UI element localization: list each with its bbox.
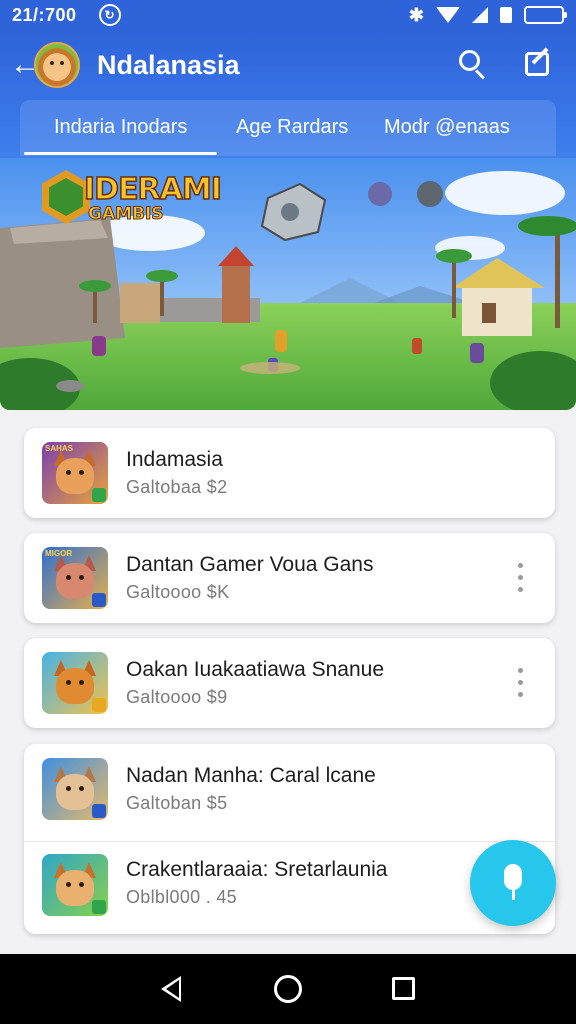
game-logo: IDERAMI GAMBIS bbox=[40, 168, 223, 230]
voice-search-button[interactable] bbox=[470, 840, 556, 926]
game-title: Crakentlaraaia: Sretarlaunia bbox=[126, 858, 388, 881]
status-bar: 21/:700 ↻ ✱ bbox=[0, 0, 576, 30]
microphone-icon bbox=[504, 864, 522, 890]
platform-badge-icon bbox=[92, 488, 106, 502]
game-subtitle: Galtoban $5 bbox=[126, 793, 228, 813]
game-title: Dantan Gamer Voua Gans bbox=[126, 553, 374, 576]
game-subtitle: Galtoooo $9 bbox=[126, 687, 228, 707]
list-item[interactable]: SAHAS Indamasia Galtobaa $2 bbox=[24, 428, 555, 520]
battery-icon bbox=[524, 6, 567, 24]
nav-back-icon[interactable] bbox=[161, 976, 181, 1002]
sim-icon bbox=[500, 7, 512, 23]
platform-badge-icon bbox=[92, 698, 106, 712]
game-thumbnail bbox=[42, 652, 108, 714]
logo-subtitle: GAMBIS bbox=[88, 204, 165, 225]
list-card: Nadan Manha: Caral lcane Galtoban $5 Cra… bbox=[24, 744, 555, 934]
platform-badge-icon bbox=[92, 900, 106, 914]
logo-emblem-icon bbox=[42, 170, 90, 224]
platform-badge-icon bbox=[92, 804, 106, 818]
game-thumbnail bbox=[42, 854, 108, 916]
tab-modr-enaas[interactable]: Modr @enaas bbox=[384, 116, 510, 139]
game-thumbnail: MIGOR bbox=[42, 547, 108, 609]
game-thumbnail bbox=[42, 758, 108, 820]
nav-home-icon[interactable] bbox=[274, 975, 302, 1003]
toolbar: ← Ndalanasia bbox=[0, 42, 576, 88]
page-title: Ndalanasia bbox=[97, 50, 240, 80]
game-title: Nadan Manha: Caral lcane bbox=[126, 764, 376, 787]
logo-title: IDERAMI bbox=[83, 171, 222, 208]
edit-icon[interactable] bbox=[523, 47, 553, 79]
status-time: 21/:700 bbox=[12, 4, 77, 25]
system-nav-bar bbox=[0, 954, 576, 1024]
featured-banner[interactable]: IDERAMI GAMBIS bbox=[0, 158, 576, 410]
more-vert-icon[interactable] bbox=[516, 563, 524, 599]
bluetooth-icon: ✱ bbox=[408, 4, 424, 25]
game-subtitle: Galtoooo $K bbox=[126, 582, 230, 602]
wifi-icon bbox=[436, 7, 460, 23]
list-card: Oakan Iuakaatiawa Snanue Galtoooo $9 bbox=[24, 638, 555, 728]
platform-badge-icon bbox=[92, 593, 106, 607]
game-title: Indamasia bbox=[126, 448, 223, 471]
list-item[interactable]: Nadan Manha: Caral lcane Galtoban $5 bbox=[24, 744, 555, 836]
more-vert-icon[interactable] bbox=[516, 668, 524, 704]
game-subtitle: Galtobaa $2 bbox=[126, 477, 228, 497]
search-icon[interactable] bbox=[459, 50, 487, 80]
game-title: Oakan Iuakaatiawa Snanue bbox=[126, 658, 385, 681]
game-thumbnail: SAHAS bbox=[42, 442, 108, 504]
tab-age-rardars[interactable]: Age Rardars bbox=[236, 116, 348, 139]
list-card: MIGOR Dantan Gamer Voua Gans Galtoooo $K bbox=[24, 533, 555, 623]
list-card: SAHAS Indamasia Galtobaa $2 bbox=[24, 428, 555, 518]
list-item[interactable]: MIGOR Dantan Gamer Voua Gans Galtoooo $K bbox=[24, 533, 555, 625]
tab-indaria-inodars[interactable]: Indaria Inodars bbox=[23, 116, 218, 155]
game-subtitle: Oblbl000 . 45 bbox=[126, 887, 237, 907]
avatar[interactable] bbox=[34, 42, 80, 88]
sync-icon: ↻ bbox=[98, 4, 121, 26]
nav-recents-icon[interactable] bbox=[392, 977, 415, 1000]
list-item[interactable]: Oakan Iuakaatiawa Snanue Galtoooo $9 bbox=[24, 638, 555, 730]
signal-icon bbox=[472, 7, 488, 23]
tab-bar: Indaria Inodars Age Rardars Modr @enaas bbox=[20, 100, 556, 156]
